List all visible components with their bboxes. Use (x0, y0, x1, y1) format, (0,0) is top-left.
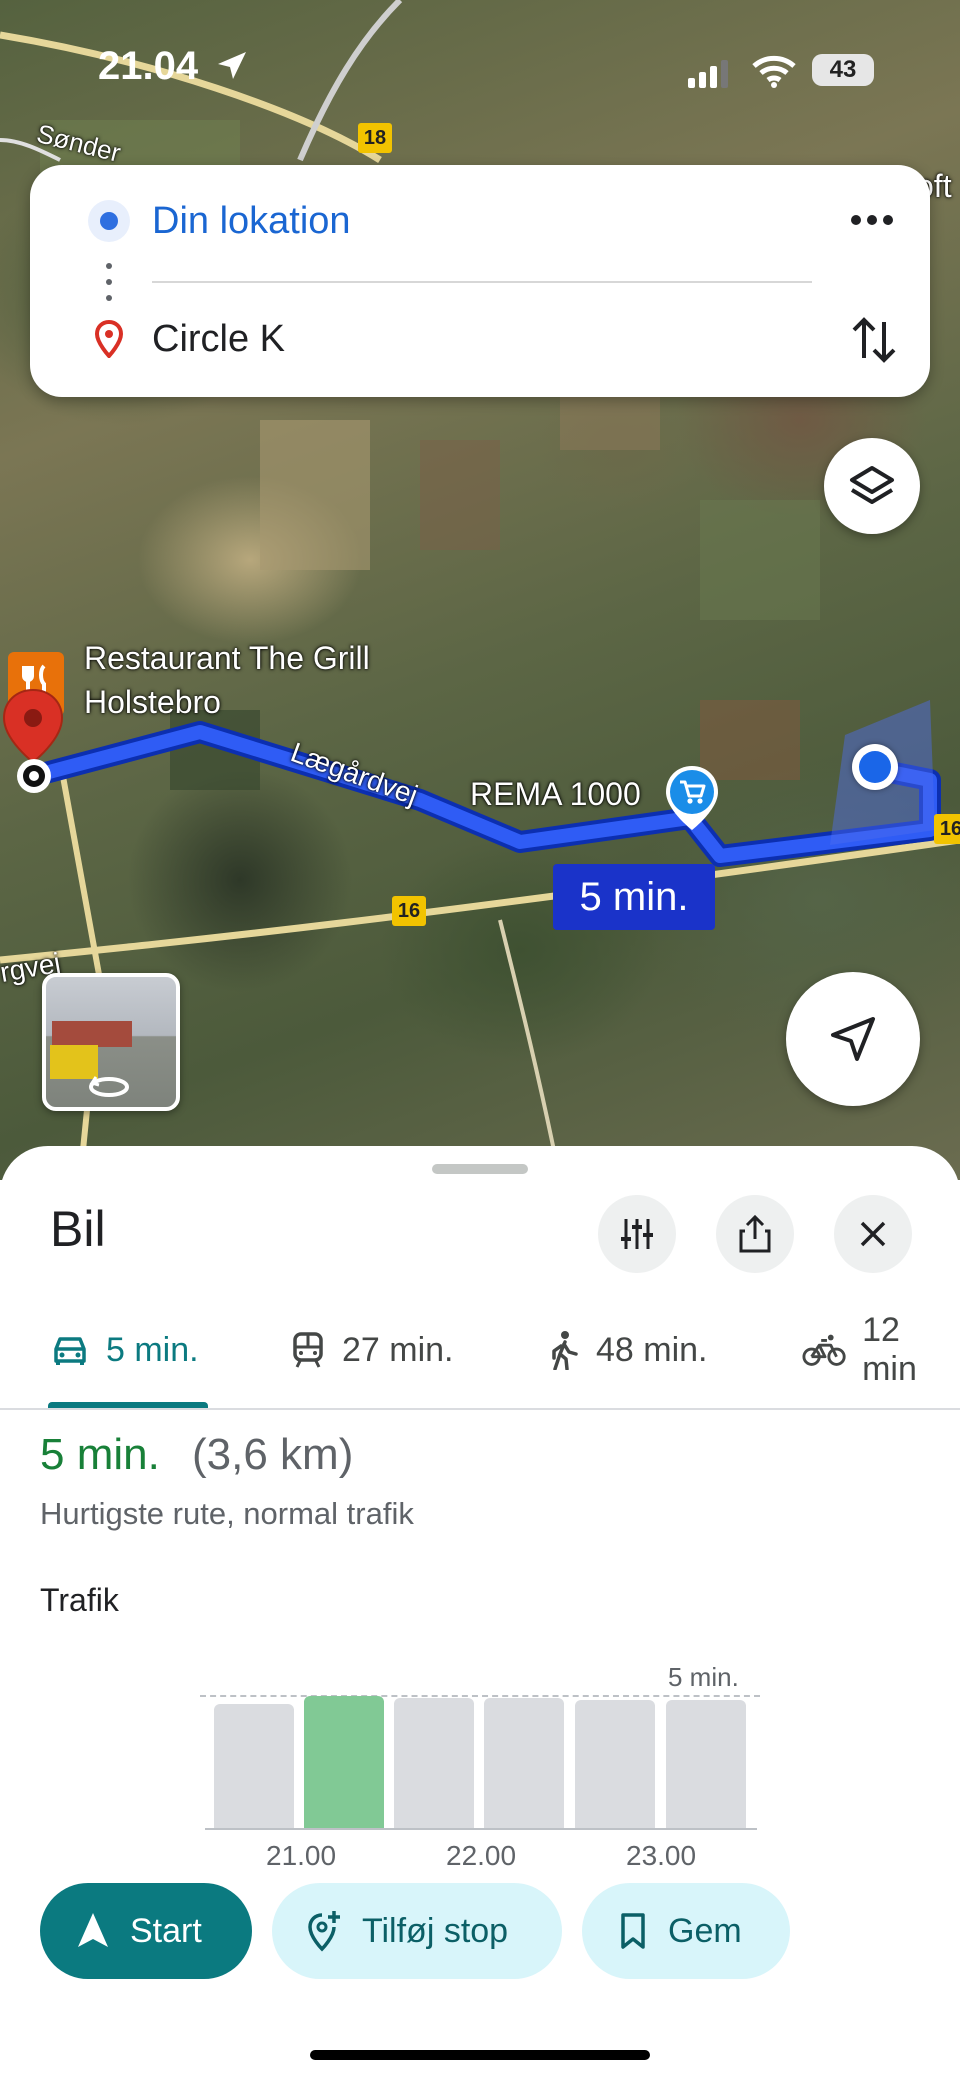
restaurant-name-line2: Holstebro (84, 684, 221, 720)
save-button-label: Gem (668, 1911, 742, 1950)
field-divider (152, 281, 812, 283)
traffic-hour-label: 23.00 (626, 1840, 697, 1871)
traffic-bar[interactable] (575, 1700, 655, 1828)
walking-icon (552, 1331, 578, 1370)
tab-transit-label: 27 min. (342, 1330, 454, 1369)
add-location-icon (308, 1911, 340, 1952)
train-icon (293, 1332, 323, 1368)
tune-sliders-icon (621, 1219, 653, 1249)
traffic-baseline (205, 1828, 757, 1830)
traffic-bar[interactable] (666, 1700, 746, 1828)
navigation-arrow-icon (831, 1017, 875, 1061)
car-icon (54, 1337, 86, 1365)
tab-car[interactable]: 5 min. (50, 1320, 199, 1380)
home-indicator[interactable] (310, 2050, 650, 2060)
traffic-bar[interactable] (484, 1698, 564, 1828)
origin-field[interactable]: Din lokation (152, 200, 351, 243)
destination-pin-icon[interactable] (0, 688, 66, 798)
start-button-label: Start (130, 1911, 202, 1950)
rotate-360-icon (89, 1076, 129, 1097)
swap-directions-icon[interactable] (850, 312, 898, 368)
add-stop-label: Tilføj stop (362, 1911, 509, 1950)
route-description: Hurtigste rute, normal trafik (40, 1496, 414, 1531)
status-time: 21.04 (98, 44, 199, 88)
bicycle-icon (802, 1334, 846, 1366)
layers-icon (850, 466, 894, 504)
share-icon (739, 1214, 771, 1253)
route-connector-icon (106, 263, 112, 301)
traffic-max-label: 5 min. (668, 1662, 739, 1692)
route-distance: (3,6 km) (192, 1430, 354, 1479)
route-eta: 5 min. (40, 1430, 160, 1479)
share-button[interactable] (716, 1195, 794, 1273)
destination-marker-icon (94, 320, 124, 358)
road-shield-16: 16 (392, 896, 426, 926)
route-options-button[interactable] (598, 1195, 676, 1273)
current-location-dot (852, 744, 898, 790)
layers-button[interactable] (824, 438, 920, 534)
origin-dot-icon (88, 200, 130, 242)
sheet-drag-handle[interactable] (432, 1164, 528, 1174)
add-stop-button[interactable]: Tilføj stop (272, 1883, 562, 1979)
destination-field[interactable]: Circle K (152, 318, 285, 361)
close-button[interactable] (834, 1195, 912, 1273)
battery-indicator: 43 (812, 54, 874, 86)
tab-bicycle-label: 12 min (862, 1311, 917, 1388)
restaurant-poi-label[interactable]: Restaurant The Grill Holstebro (84, 636, 370, 724)
start-button[interactable]: Start (40, 1883, 252, 1979)
tab-bicycle[interactable]: 12 min (802, 1311, 960, 1388)
route-duration-badge[interactable]: 5 min. (553, 864, 715, 930)
store-poi-label[interactable]: REMA 1000 (470, 776, 641, 813)
sheet-title: Bil (50, 1201, 106, 1257)
navigation-start-icon (78, 1913, 108, 1947)
street-view-thumbnail[interactable] (42, 973, 180, 1111)
traffic-heading: Trafik (40, 1582, 119, 1618)
status-bar: 21.04 43 (0, 0, 960, 140)
more-options-icon[interactable] (844, 200, 900, 240)
tabs-divider (0, 1408, 960, 1410)
location-arrow-icon (218, 52, 246, 79)
traffic-bar[interactable] (394, 1698, 474, 1828)
traffic-bar[interactable] (214, 1704, 294, 1828)
shopping-cart-icon[interactable] (662, 764, 722, 834)
bookmark-icon (621, 1913, 645, 1949)
save-button[interactable]: Gem (582, 1883, 790, 1979)
tab-transit[interactable]: 27 min. (290, 1320, 454, 1380)
road-shield-16-edge: 16 (934, 814, 960, 844)
cellular-signal-icon (688, 60, 728, 88)
close-icon (860, 1221, 886, 1247)
traffic-bar-current[interactable] (304, 1696, 384, 1828)
tab-walking[interactable]: 48 min. (546, 1320, 708, 1380)
traffic-max-line (200, 1695, 760, 1697)
recenter-button[interactable] (786, 972, 920, 1106)
traffic-hour-label: 22.00 (446, 1840, 517, 1871)
tab-car-label: 5 min. (106, 1330, 199, 1369)
traffic-hour-label: 21.00 (266, 1840, 337, 1871)
restaurant-name-line1: Restaurant The Grill (84, 640, 370, 676)
tab-walking-label: 48 min. (596, 1330, 708, 1369)
wifi-icon (752, 55, 796, 88)
